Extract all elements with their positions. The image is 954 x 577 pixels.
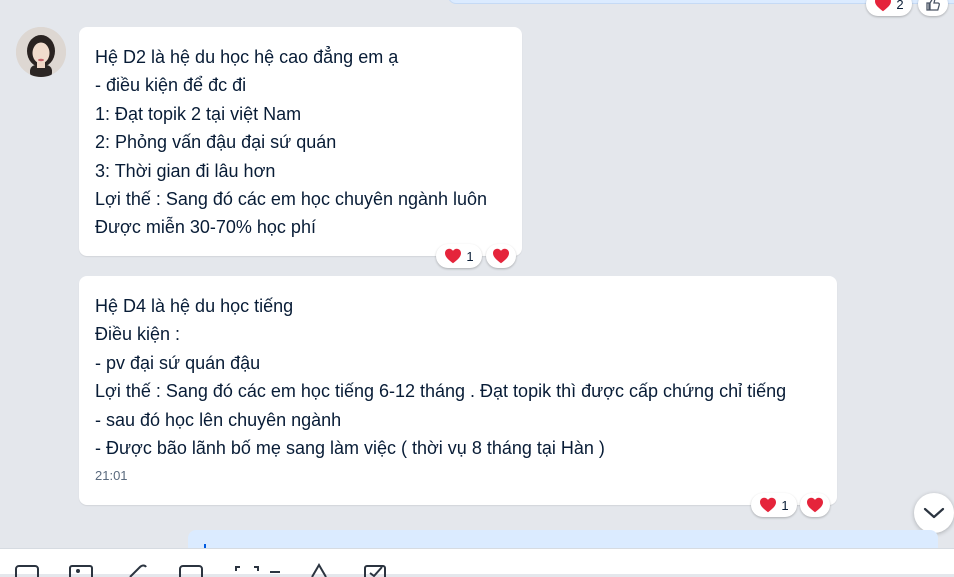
attachment-icon[interactable] bbox=[124, 563, 150, 577]
message-bubble[interactable]: Hệ D4 là hệ du học tiếng Điều kiện : - p… bbox=[79, 276, 837, 505]
image-icon[interactable] bbox=[68, 563, 94, 577]
avatar-image bbox=[16, 27, 66, 77]
format-icon[interactable] bbox=[306, 563, 332, 577]
chevron-down-icon bbox=[923, 507, 945, 519]
message-bubble[interactable]: Hệ D2 là hệ du học hệ cao đẳng em ạ - đi… bbox=[79, 27, 522, 256]
message-line: Lợi thế : Sang đó các em học tiếng 6-12 … bbox=[95, 381, 787, 402]
thumbs-up-icon bbox=[926, 0, 940, 11]
card-icon[interactable] bbox=[178, 563, 204, 577]
heart-icon bbox=[807, 497, 823, 513]
checkbox-icon[interactable] bbox=[362, 563, 388, 577]
message-line: - sau đó học lên chuyên ngành bbox=[95, 409, 342, 430]
avatar[interactable] bbox=[16, 27, 66, 77]
message-line: - pv đại sứ quán đậu bbox=[95, 352, 261, 373]
reaction-count: 1 bbox=[781, 497, 789, 513]
heart-icon bbox=[445, 248, 462, 264]
message-line: - điều kiện để đc đi bbox=[95, 75, 247, 96]
reaction-count: 1 bbox=[466, 248, 474, 264]
like-button[interactable] bbox=[918, 0, 948, 16]
message-line: Hệ D4 là hệ du học tiếng bbox=[95, 296, 294, 316]
message-time: 21:01 bbox=[95, 468, 128, 484]
previous-message-reactions[interactable]: 2 bbox=[866, 0, 912, 16]
message-line: 2: Phỏng vấn đậu đại sứ quán bbox=[95, 132, 337, 153]
dropdown-icon[interactable] bbox=[262, 563, 288, 577]
composer-toolbar bbox=[0, 548, 954, 577]
heart-icon bbox=[875, 0, 892, 12]
heart-icon bbox=[493, 248, 509, 264]
reaction-count: 2 bbox=[896, 0, 904, 12]
sticker-icon[interactable] bbox=[14, 563, 40, 577]
message-line: Hệ D2 là hệ du học hệ cao đẳng em ạ bbox=[95, 47, 399, 67]
message-line: Lợi thế : Sang đó các em học chuyên ngàn… bbox=[95, 189, 488, 210]
react-heart-button[interactable] bbox=[800, 493, 830, 517]
message-line: Điều kiện : bbox=[95, 324, 181, 345]
message-line: 1: Đạt topik 2 tại việt Nam bbox=[95, 103, 302, 124]
screenshot-icon[interactable] bbox=[234, 563, 260, 577]
scroll-to-bottom-button[interactable] bbox=[914, 493, 954, 533]
heart-icon bbox=[760, 497, 777, 513]
message-reactions[interactable]: 1 bbox=[436, 244, 482, 268]
message-line: - Được bão lãnh bố mẹ sang làm việc ( th… bbox=[95, 438, 605, 459]
message-line: 3: Thời gian đi lâu hơn bbox=[95, 160, 276, 181]
react-heart-button[interactable] bbox=[486, 244, 516, 268]
message-line: Được miễn 30-70% học phí bbox=[95, 217, 316, 238]
message-reactions[interactable]: 1 bbox=[751, 493, 797, 517]
